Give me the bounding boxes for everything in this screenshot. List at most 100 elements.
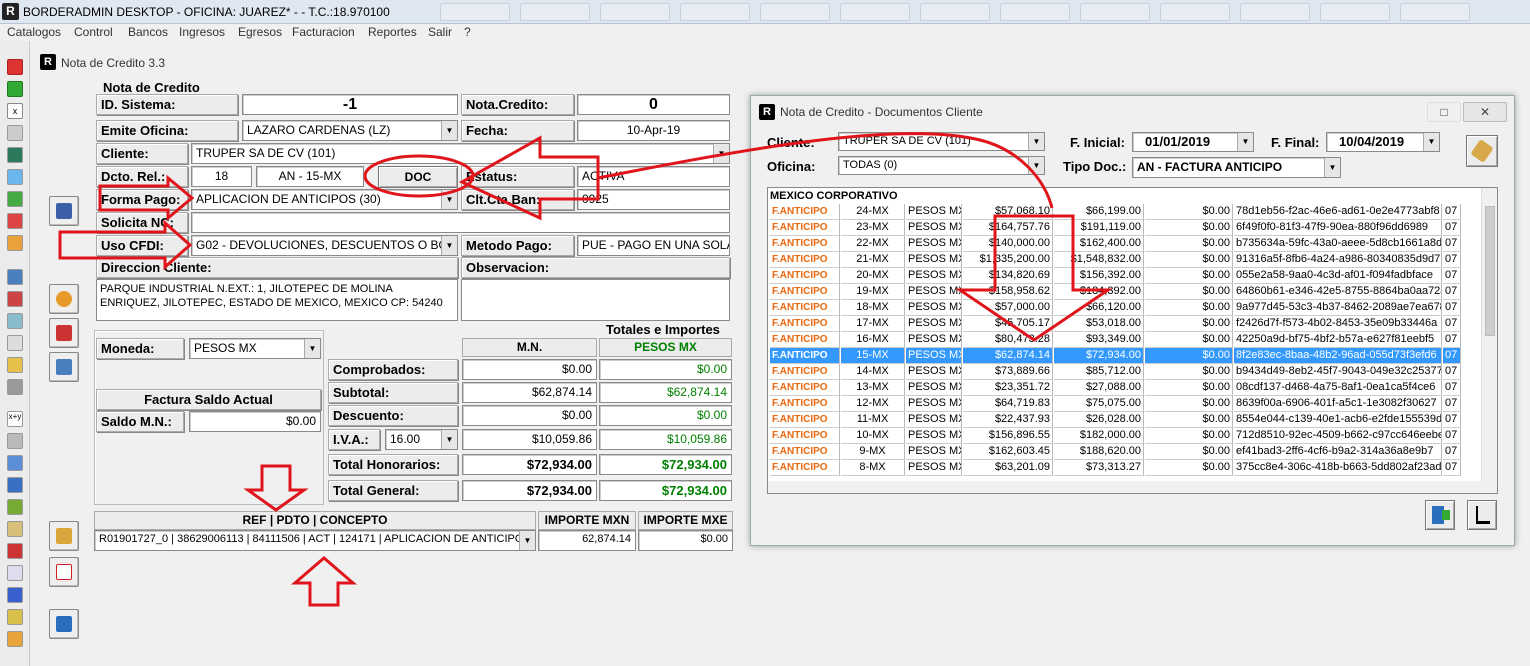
browser-tab[interactable]	[1320, 3, 1390, 21]
observacion-textarea[interactable]	[461, 279, 730, 321]
add-rows-button[interactable]	[49, 521, 79, 551]
browser-tab[interactable]	[1000, 3, 1070, 21]
chevron-down-icon[interactable]: ▼	[1028, 133, 1044, 150]
lock-icon[interactable]	[7, 521, 23, 537]
chevron-down-icon[interactable]: ▼	[1237, 133, 1253, 151]
menu-facturacion[interactable]: Facturacion	[292, 25, 355, 39]
box-icon[interactable]	[7, 631, 23, 647]
doc-tipo-doc-select[interactable]: AN - FACTURA ANTICIPO ▼	[1132, 157, 1341, 178]
chevron-down-icon[interactable]: ▼	[441, 190, 457, 209]
money-icon[interactable]	[7, 191, 23, 207]
moneda-select[interactable]: PESOS MX ▼	[189, 338, 321, 359]
save-button[interactable]	[49, 196, 79, 226]
subtotal-mn[interactable]: $62,874.14	[462, 382, 597, 403]
chevron-down-icon[interactable]: ▼	[1423, 133, 1439, 151]
cliente-select[interactable]: TRUPER SA DE CV (101) ▼	[191, 143, 730, 164]
table-row[interactable]: F.ANTICIPO 21-MX PESOS MX $1,335,200.00 $1,5…	[769, 252, 1483, 268]
clt-cta-ban-field[interactable]: 0925	[577, 189, 730, 210]
browser-tab[interactable]	[440, 3, 510, 21]
close-icon[interactable]: ✕	[1463, 102, 1507, 122]
tool-icon[interactable]	[7, 59, 23, 75]
document-icon[interactable]	[7, 477, 23, 493]
chevron-down-icon[interactable]: ▼	[713, 144, 729, 163]
table-row[interactable]: F.ANTICIPO 22-MX PESOS MX $140,000.00 $162,4…	[769, 236, 1483, 252]
iva-mn[interactable]: $10,059.86	[462, 429, 597, 450]
descuento-mx[interactable]: $0.00	[599, 405, 732, 426]
browser-tab[interactable]	[600, 3, 670, 21]
browser-tab[interactable]	[1400, 3, 1470, 21]
dcto-rel-number[interactable]: 18	[191, 166, 252, 187]
total-honorarios-mn[interactable]: $72,934.00	[462, 454, 597, 475]
descuento-mn[interactable]: $0.00	[462, 405, 597, 426]
pen-icon[interactable]	[7, 291, 23, 307]
table-row[interactable]: F.ANTICIPO 11-MX PESOS MX $22,437.93 $26,028…	[769, 412, 1483, 428]
user-icon[interactable]	[7, 125, 23, 141]
emite-oficina-select[interactable]: LAZARO CARDENAS (LZ) ▼	[242, 120, 458, 141]
fecha-field[interactable]: 10-Apr-19	[577, 120, 730, 141]
iva-rate-select[interactable]: 16.00 ▼	[385, 429, 458, 450]
total-general-mn[interactable]: $72,934.00	[462, 480, 597, 501]
chevron-down-icon[interactable]: ▼	[519, 531, 535, 550]
ledger-icon[interactable]	[7, 147, 23, 163]
list-icon[interactable]	[7, 335, 23, 351]
delete-row-button[interactable]	[49, 557, 79, 587]
invoice-button[interactable]	[49, 318, 79, 348]
apply-exit-button[interactable]	[1425, 500, 1455, 530]
table-row[interactable]: F.ANTICIPO 12-MX PESOS MX $64,719.83 $75,075…	[769, 396, 1483, 412]
importe-mxn-field[interactable]: 62,874.14	[538, 530, 636, 551]
table-row[interactable]: F.ANTICIPO 24-MX PESOS MX $57,068.10 $66,199…	[769, 204, 1483, 220]
menu-control[interactable]: Control	[74, 25, 113, 39]
table-row[interactable]: F.ANTICIPO 14-MX PESOS MX $73,889.66 $85,712…	[769, 364, 1483, 380]
dcto-rel-reference[interactable]: AN - 15-MX	[256, 166, 364, 187]
comprobados-mx[interactable]: $0.00	[599, 359, 732, 380]
virus-icon[interactable]	[7, 499, 23, 515]
folder-icon[interactable]	[7, 357, 23, 373]
chevron-down-icon[interactable]: ▼	[304, 339, 320, 358]
uso-cfdi-select[interactable]: G02 - DEVOLUCIONES, DESCUENTOS O BONIFIC…	[191, 235, 458, 256]
printer-icon[interactable]	[7, 379, 23, 395]
table-row[interactable]: F.ANTICIPO 20-MX PESOS MX $134,820.69 $156,3…	[769, 268, 1483, 284]
horizontal-scrollbar[interactable]	[768, 481, 1483, 493]
run-exit-button[interactable]	[1467, 500, 1497, 530]
package-icon[interactable]	[7, 609, 23, 625]
grid-icon[interactable]	[7, 543, 23, 559]
chevron-down-icon[interactable]: ▼	[441, 121, 457, 140]
exit-button[interactable]	[49, 609, 79, 639]
id-sistema-field[interactable]: -1	[242, 94, 458, 115]
doc-button[interactable]: DOC	[378, 166, 458, 188]
scroll-thumb[interactable]	[1485, 206, 1495, 336]
search-button[interactable]	[1466, 135, 1498, 167]
table-row[interactable]: F.ANTICIPO 8-MX PESOS MX $63,201.09 $73,313.…	[769, 460, 1483, 476]
estatus-field[interactable]: ACTIVA	[577, 166, 730, 187]
importe-mxe-field[interactable]: $0.00	[638, 530, 733, 551]
table-row[interactable]: F.ANTICIPO 17-MX PESOS MX $45,705.17 $53,018…	[769, 316, 1483, 332]
metodo-pago-field[interactable]: PUE - PAGO EN UNA SOLA EXHI	[577, 235, 730, 256]
menu-egresos[interactable]: Egresos	[238, 25, 282, 39]
chevron-down-icon[interactable]: ▼	[1324, 158, 1340, 177]
concepto-select[interactable]: R01901727_0 | 38629006113 | 84111506 | A…	[94, 530, 536, 551]
xy-icon[interactable]: x+y	[7, 411, 23, 427]
edit-icon[interactable]	[7, 455, 23, 471]
doc-oficina-select[interactable]: TODAS (0) ▼	[838, 156, 1045, 175]
nota-credito-field[interactable]: 0	[577, 94, 730, 115]
browser-tab[interactable]	[1080, 3, 1150, 21]
browser-tab[interactable]	[520, 3, 590, 21]
doc-f-inicial-picker[interactable]: 01/01/2019 ▼	[1132, 132, 1254, 152]
total-honorarios-mx[interactable]: $72,934.00	[599, 454, 732, 475]
browser-tab[interactable]	[1160, 3, 1230, 21]
browser-tab[interactable]	[840, 3, 910, 21]
menu-ingresos[interactable]: Ingresos	[179, 25, 225, 39]
chevron-down-icon[interactable]: ▼	[1028, 157, 1044, 174]
menu-bancos[interactable]: Bancos	[128, 25, 168, 39]
money-bag-icon[interactable]	[7, 81, 23, 97]
table-icon[interactable]	[7, 565, 23, 581]
menu-help[interactable]: ?	[464, 25, 471, 39]
solicita-field[interactable]	[191, 212, 730, 233]
database-icon[interactable]	[7, 433, 23, 449]
table-row[interactable]: F.ANTICIPO 10-MX PESOS MX $156,896.55 $182,0…	[769, 428, 1483, 444]
browser-tab[interactable]	[1240, 3, 1310, 21]
table-row[interactable]: F.ANTICIPO 16-MX PESOS MX $80,473.28 $93,349…	[769, 332, 1483, 348]
total-general-mx[interactable]: $72,934.00	[599, 480, 732, 501]
browser-tab[interactable]	[680, 3, 750, 21]
tool-icon[interactable]	[7, 213, 23, 229]
